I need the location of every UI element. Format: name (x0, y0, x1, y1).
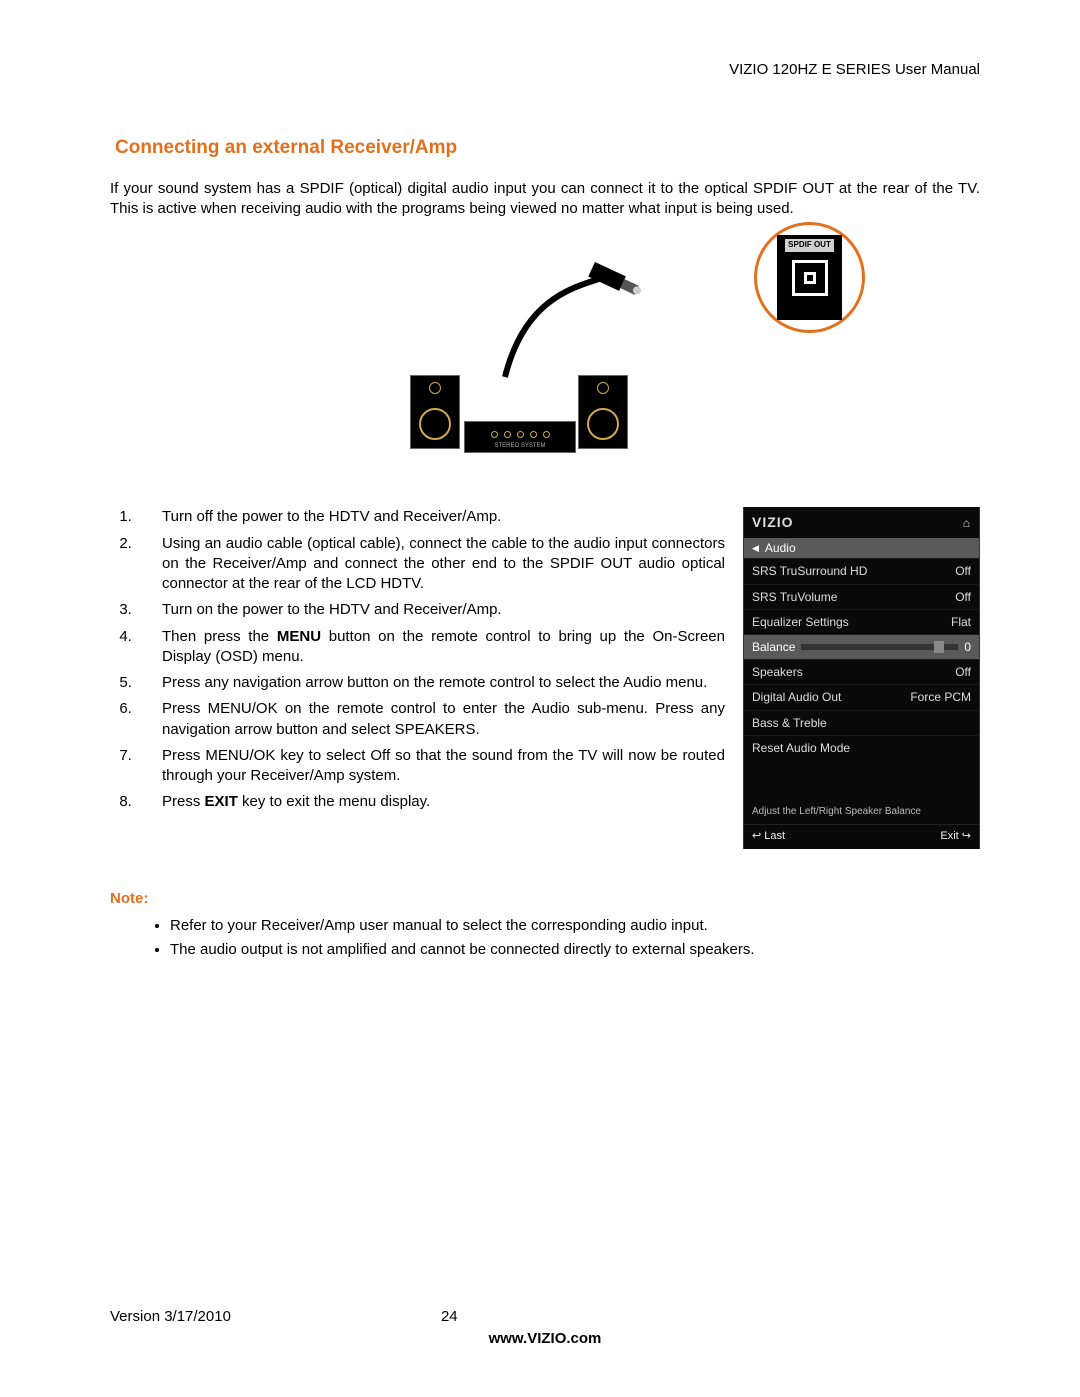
osd-setting-row: Reset Audio Mode (744, 735, 979, 760)
speaker-left-icon (410, 375, 460, 449)
home-icon: ⌂ (963, 515, 971, 531)
osd-setting-label: Speakers (752, 664, 803, 680)
osd-setting-row: Bass & Treble (744, 710, 979, 735)
osd-setting-label: SRS TruVolume (752, 589, 837, 605)
osd-logo-row: VIZIO ⌂ (744, 507, 979, 538)
osd-setting-label: Bass & Treble (752, 715, 827, 731)
osd-setting-label: Digital Audio Out (752, 689, 841, 705)
step-keyword: EXIT (205, 793, 238, 810)
connection-diagram: SPDIF OUT STEREO SYSTEM (265, 227, 825, 467)
note-heading: Note: (110, 889, 980, 909)
left-arrow-icon: ◀ (752, 542, 759, 554)
document-header: VIZIO 120HZ E SERIES User Manual (110, 60, 980, 80)
osd-setting-row: Speakers Off (744, 659, 979, 684)
osd-logo-text: VIZIO (752, 513, 794, 532)
step-item: Press MENU/OK on the remote control to e… (136, 699, 725, 740)
step-item: Press EXIT key to exit the menu display. (136, 792, 725, 812)
osd-setting-row: SRS TruVolume Off (744, 584, 979, 609)
osd-setting-value: Force PCM (910, 689, 971, 705)
spdif-panel: SPDIF OUT (777, 235, 842, 320)
osd-setting-value: Off (955, 589, 971, 605)
instructions-row: Turn off the power to the HDTV and Recei… (110, 507, 980, 849)
osd-setting-row: Balance 0 (744, 634, 979, 659)
step-item: Turn on the power to the HDTV and Receiv… (136, 600, 725, 620)
osd-last-button: Last (752, 829, 785, 844)
osd-hint-text: Adjust the Left/Right Speaker Balance (744, 800, 979, 824)
osd-setting-label: SRS TruSurround HD (752, 563, 867, 579)
step-item: Press any navigation arrow button on the… (136, 673, 725, 693)
note-item: The audio output is not amplified and ca… (170, 940, 980, 960)
step-item: Turn off the power to the HDTV and Recei… (136, 507, 725, 527)
osd-setting-value: 0 (964, 639, 971, 655)
osd-setting-value: Flat (951, 614, 971, 630)
stereo-system-illustration: STEREO SYSTEM (410, 375, 628, 453)
intro-paragraph: If your sound system has a SPDIF (optica… (110, 179, 980, 220)
osd-setting-label: Equalizer Settings (752, 614, 849, 630)
speaker-right-icon (578, 375, 628, 449)
osd-setting-row: Equalizer Settings Flat (744, 609, 979, 634)
section-title: Connecting an external Receiver/Amp (115, 135, 980, 161)
page-number: 24 (441, 1307, 458, 1327)
manual-page: VIZIO 120HZ E SERIES User Manual Connect… (0, 0, 1080, 1397)
balance-slider (801, 644, 958, 650)
step-item: Press MENU/OK key to select Off so that … (136, 746, 725, 787)
osd-exit-button: Exit (940, 829, 971, 844)
osd-setting-label: Balance (752, 639, 795, 655)
osd-screenshot: VIZIO ⌂ ◀ Audio SRS TruSurround HDOffSRS… (743, 507, 980, 849)
page-footer: Version 3/17/2010 24 www.VIZIO.com (110, 1307, 980, 1350)
version-text: Version 3/17/2010 (110, 1307, 231, 1327)
osd-menu-label: Audio (765, 540, 796, 556)
note-item: Refer to your Receiver/Amp user manual t… (170, 916, 980, 936)
osd-setting-row: SRS TruSurround HD Off (744, 558, 979, 583)
osd-setting-value: Off (955, 664, 971, 680)
steps-list: Turn off the power to the HDTV and Recei… (110, 507, 725, 818)
amplifier-icon: STEREO SYSTEM (464, 421, 576, 453)
footer-url: www.VIZIO.com (110, 1329, 980, 1349)
optical-cable-icon (485, 257, 665, 387)
osd-footer: Last Exit (744, 824, 979, 850)
osd-setting-label: Reset Audio Mode (752, 740, 850, 756)
osd-setting-row: Digital Audio Out Force PCM (744, 684, 979, 709)
spdif-label: SPDIF OUT (785, 239, 834, 252)
osd-setting-value: Off (955, 563, 971, 579)
spdif-jack-icon (792, 260, 828, 296)
notes-list: Refer to your Receiver/Amp user manual t… (110, 916, 980, 961)
step-keyword: MENU (277, 628, 321, 645)
step-item: Using an audio cable (optical cable), co… (136, 534, 725, 595)
step-item: Then press the MENU button on the remote… (136, 627, 725, 668)
spdif-callout: SPDIF OUT (754, 222, 865, 333)
osd-menu-title: ◀ Audio (744, 538, 979, 558)
amplifier-label: STEREO SYSTEM (494, 442, 545, 452)
